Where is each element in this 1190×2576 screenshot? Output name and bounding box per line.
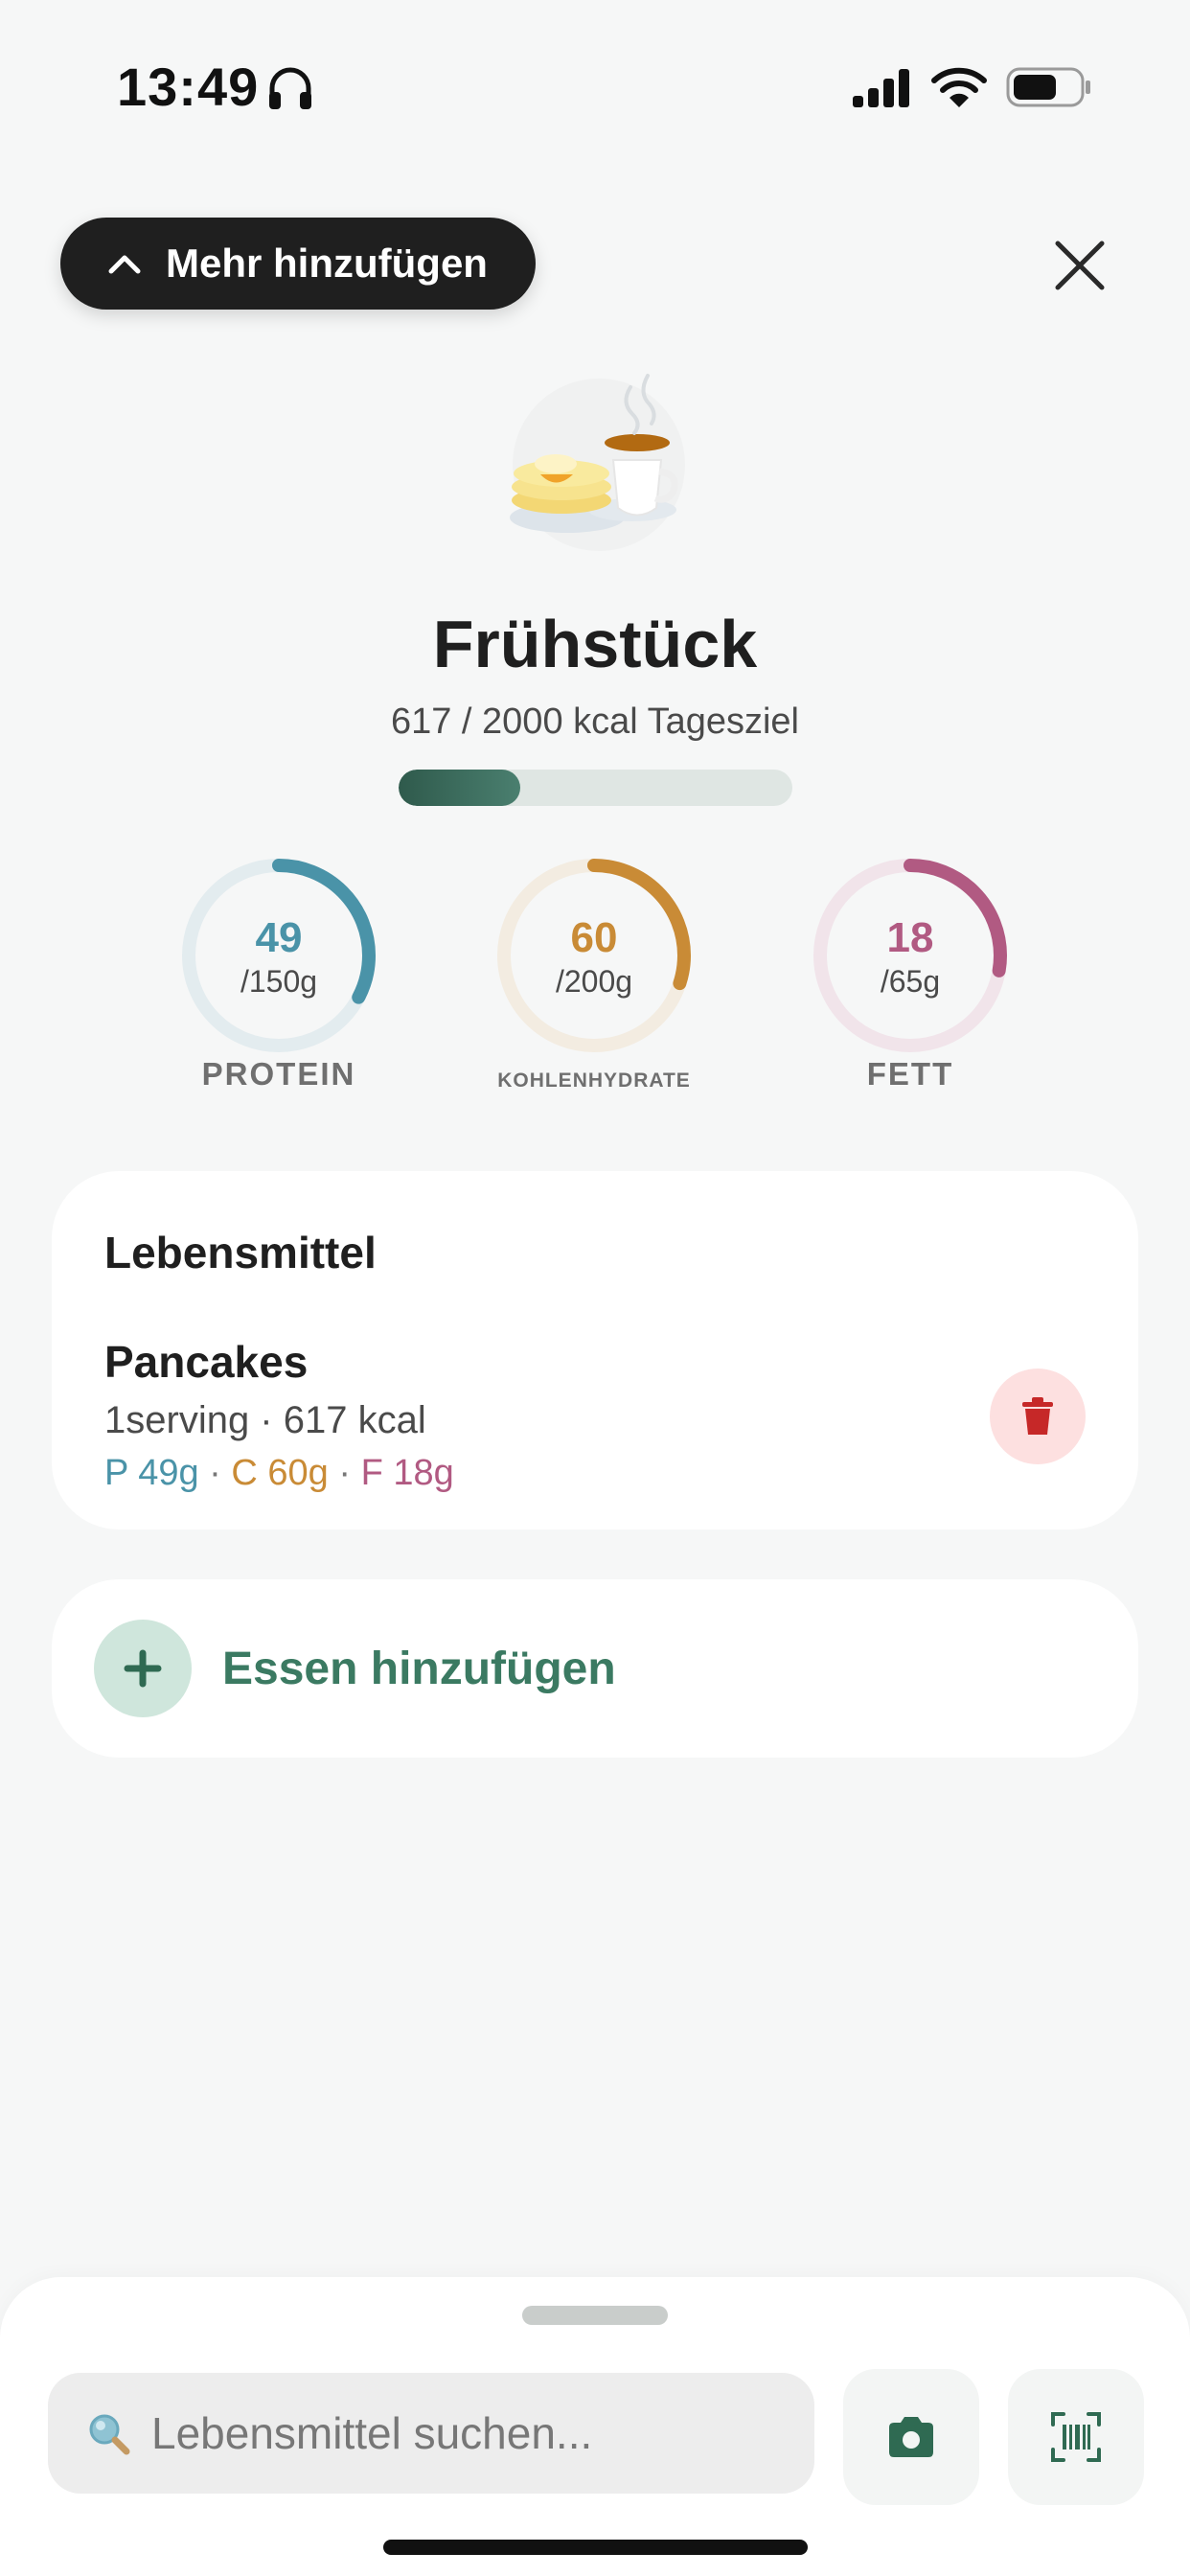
status-bar: 13:49 [0,0,1190,172]
delete-food-button[interactable] [990,1368,1086,1464]
food-list-card: Lebensmittel Pancakes 1serving · 617 kca… [52,1171,1138,1530]
food-carbs: C 60g [231,1453,329,1493]
food-fat: F 18g [360,1453,454,1493]
barcode-scan-icon [1051,2412,1101,2462]
barcode-scan-button[interactable] [1008,2369,1144,2505]
search-bar[interactable] [48,2373,814,2494]
fat-value: 18 [886,914,934,961]
add-food-label: Essen hinzufügen [222,1644,616,1694]
chevron-up-icon [108,255,141,274]
home-indicator [383,2540,808,2555]
wifi-icon [931,67,987,107]
food-section-title: Lebensmittel [104,1228,377,1277]
search-sheet [0,2277,1190,2576]
protein-goal: /150g [240,964,318,999]
food-macros: P 49g · C 60g · F 18g [104,1453,454,1494]
search-input[interactable] [151,2373,784,2494]
macro-separator: · [328,1453,361,1493]
more-add-button[interactable]: Mehr hinzufügen [60,218,536,310]
carbs-value: 60 [570,914,618,961]
search-icon [89,2414,130,2455]
camera-button[interactable] [843,2369,979,2505]
fat-goal: /65g [880,964,941,999]
trash-icon [1022,1397,1053,1435]
protein-value: 49 [255,914,303,961]
breakfast-illustration [510,374,685,551]
protein-label: PROTEIN [201,1056,356,1092]
status-time: 13:49 [117,57,260,117]
carbs-goal: /200g [555,964,633,999]
close-icon[interactable] [1050,236,1110,295]
add-food-button[interactable]: Essen hinzufügen [52,1579,1138,1758]
carbs-label: KOHLENHYDRATE [497,1070,691,1092]
calorie-progress-bar [399,770,792,806]
meal-calorie-summary: 617 / 2000 kcal Tagesziel [390,702,800,742]
more-add-label: Mehr hinzufügen [166,241,488,286]
food-protein: P 49g [104,1453,199,1493]
plus-icon [94,1620,192,1717]
battery-icon [1006,67,1090,107]
macro-separator: · [198,1453,232,1493]
food-serving-kcal: 1serving · 617 kcal [104,1399,426,1441]
cellular-signal-icon [853,69,909,107]
food-name: Pancakes [104,1337,309,1387]
fat-label: FETT [866,1056,954,1092]
camera-icon [889,2417,933,2457]
headphones-icon [269,67,311,109]
meal-title: Frühstück [432,607,758,681]
calorie-progress-fill [399,770,520,806]
sheet-drag-handle[interactable] [522,2306,668,2325]
